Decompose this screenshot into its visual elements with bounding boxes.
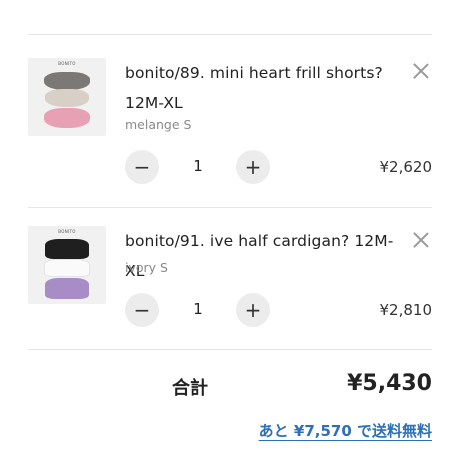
item-price: ¥2,810 bbox=[379, 301, 433, 319]
thumbnail-brand-tag: BONITO bbox=[58, 229, 76, 234]
product-name-line: bonito/91. ive half cardigan? 12M-XL bbox=[125, 232, 394, 280]
thumbnail-garment-white bbox=[44, 259, 90, 277]
product-variant: ivory S bbox=[125, 260, 168, 275]
remove-item-button[interactable] bbox=[410, 229, 432, 251]
free-shipping-link[interactable]: あと ¥7,570 で送料無料 bbox=[259, 420, 432, 441]
total-value: ¥5,430 bbox=[347, 371, 432, 396]
quantity-value: 1 bbox=[193, 300, 203, 318]
total-label: 合計 bbox=[172, 378, 208, 399]
plus-icon: + bbox=[244, 298, 262, 322]
increase-quantity-button[interactable]: + bbox=[236, 293, 270, 327]
thumbnail-garment-black bbox=[45, 239, 89, 259]
cart-item: BONITO bonito/91. ive half cardigan? 12M… bbox=[28, 0, 432, 340]
product-thumbnail[interactable]: BONITO bbox=[28, 226, 106, 304]
thumbnail-garment-lilac bbox=[45, 278, 89, 299]
summary-divider bbox=[28, 349, 432, 350]
decrease-quantity-button[interactable]: − bbox=[125, 293, 159, 327]
minus-icon: − bbox=[133, 298, 151, 322]
product-name[interactable]: bonito/91. ive half cardigan? 12M-XL bbox=[125, 226, 405, 286]
